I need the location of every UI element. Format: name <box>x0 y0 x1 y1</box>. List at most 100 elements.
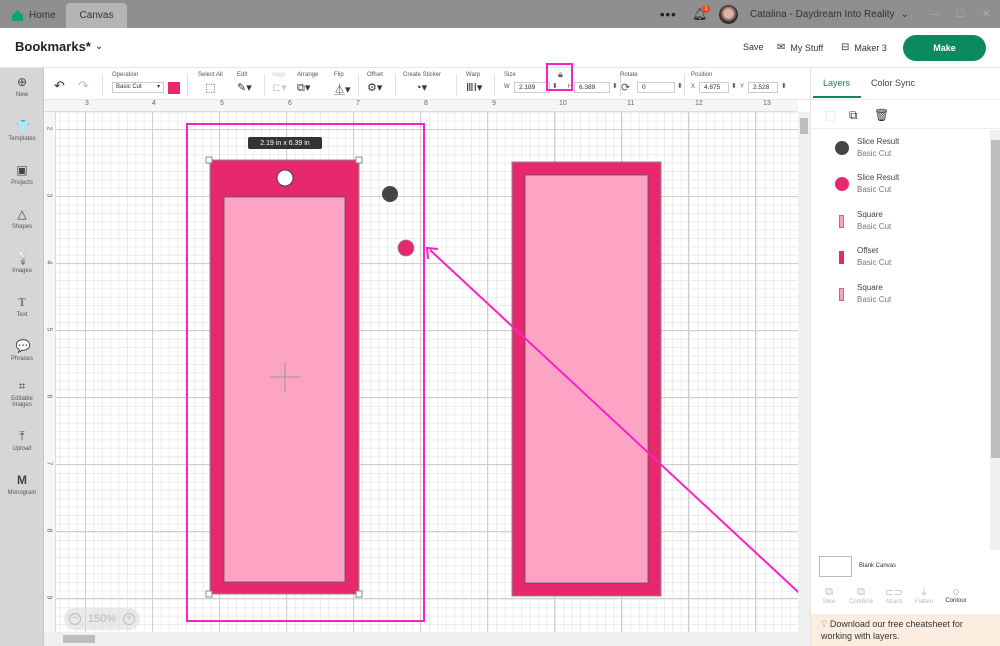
ruler-label: 9 <box>45 595 53 600</box>
layer-item[interactable]: Offset Basic Cut <box>835 245 891 269</box>
slice-label: Slice <box>822 599 836 605</box>
make-button[interactable]: Make <box>903 35 986 61</box>
edit-button[interactable]: Edit ✎▾ <box>237 72 252 94</box>
operation-select[interactable]: Basic Cut ▾ <box>112 82 164 93</box>
avatar[interactable] <box>719 5 738 24</box>
attach-button[interactable]: ⊂⊃ Attach <box>878 586 910 605</box>
tab-home[interactable]: Home <box>8 3 60 28</box>
select-all-button[interactable]: Select All ⬚ <box>198 72 223 94</box>
operation-value: Basic Cut <box>116 84 142 90</box>
divider <box>358 74 359 96</box>
canvas-vertical-scrollbar[interactable] <box>798 112 810 632</box>
notifications-button[interactable]: 🔔︎ 1 <box>692 0 712 28</box>
sidebar-item-editable-images[interactable]: ⌗ Editable Images <box>0 380 44 409</box>
create-sticker-button[interactable]: Create Sticker ◔▾ <box>403 72 441 94</box>
sidebar-item-text[interactable]: T Text <box>0 296 44 319</box>
minimize-button[interactable]: — <box>930 0 940 28</box>
sidebar-item-phrases[interactable]: 💬 Phrases <box>0 339 44 363</box>
create-sticker-label: Create Sticker <box>403 72 442 78</box>
trash-icon[interactable]: 🗑︎ <box>874 108 889 122</box>
tab-home-label: Home <box>29 10 56 21</box>
width-stepper[interactable]: ⬍ <box>552 82 558 90</box>
sidebar-item-projects[interactable]: ▣ Projects <box>0 164 44 187</box>
divider <box>395 74 396 96</box>
user-menu[interactable]: Catalina - Daydream Into Reality ⌄ <box>750 0 909 28</box>
align-button[interactable]: Align ⊏▾ <box>272 72 287 94</box>
rotate-label: Rotate <box>620 72 638 78</box>
cheatsheet-banner[interactable]: 💡︎ Download our free cheatsheet for work… <box>811 614 1000 646</box>
x-stepper[interactable]: ⬍ <box>731 82 737 90</box>
rotate-stepper[interactable]: ⬍ <box>677 82 683 90</box>
flatten-button[interactable]: ⤓ Flatten <box>908 586 940 605</box>
attach-label: Attach <box>885 599 903 605</box>
scroll-thumb[interactable] <box>800 118 808 134</box>
height-input[interactable]: 6.389 <box>574 82 610 93</box>
flip-icon: ⏅▾ <box>334 84 351 96</box>
duplicate-icon[interactable]: ⧉ <box>849 108 858 123</box>
width-input[interactable]: 2.189 <box>514 82 550 93</box>
project-title[interactable]: Bookmarks* ⌄ <box>15 39 103 54</box>
sidebar-item-templates[interactable]: 👕 Templates <box>0 119 44 143</box>
rotate-input[interactable]: 0 <box>637 82 675 93</box>
combine-button[interactable]: ⧉ Combine <box>845 586 877 605</box>
maximize-button[interactable]: ☐ <box>956 0 965 28</box>
layer-item[interactable]: Slice Result Basic Cut <box>835 172 899 196</box>
sidebar-item-monogram[interactable]: M Monogram <box>0 474 44 497</box>
inbox-icon: ✉ <box>777 42 786 53</box>
offset-button[interactable]: Offset ⚙▾ <box>367 72 383 94</box>
arrange-button[interactable]: Arrange ⧉▾ <box>297 72 318 95</box>
combine-icon: ⧉ <box>857 586 865 598</box>
contour-button[interactable]: ◌ Contour <box>940 586 972 604</box>
ruler-label: 8 <box>45 528 53 533</box>
scroll-thumb[interactable] <box>63 635 95 643</box>
sidebar-label: Images <box>12 268 32 274</box>
warp-button[interactable]: Warp ⅢⅠ▾ <box>466 72 482 94</box>
more-menu-button[interactable]: ••• <box>660 0 677 28</box>
flip-button[interactable]: Flip ⏅▾ <box>334 72 351 97</box>
scroll-thumb[interactable] <box>991 140 1000 458</box>
my-stuff-button[interactable]: ✉ My Stuff <box>777 42 823 53</box>
tab-canvas[interactable]: Canvas <box>66 3 127 28</box>
ruler-label: 4 <box>45 260 53 265</box>
operation-color-swatch[interactable] <box>168 82 180 94</box>
sidebar-item-upload[interactable]: ⤒ Upload <box>0 430 44 453</box>
layer-name: Offset <box>857 246 879 255</box>
y-stepper[interactable]: ⬍ <box>781 82 787 90</box>
layer-name: Slice Result <box>857 137 900 146</box>
layers-scrollbar[interactable] <box>990 130 1000 550</box>
x-input[interactable]: 4.875 <box>699 82 729 93</box>
lock-aspect-icon[interactable]: 🔒︎ <box>558 69 563 80</box>
blank-canvas-thumbnail[interactable] <box>819 556 852 577</box>
zoom-in-button[interactable]: + <box>122 613 135 625</box>
machine-icon: ⊟ <box>841 42 850 53</box>
layer-item[interactable]: Slice Result Basic Cut <box>835 136 899 160</box>
rotate-value: 0 <box>642 84 646 91</box>
sidebar-item-shapes[interactable]: △ Shapes <box>0 208 44 231</box>
canvas-horizontal-scrollbar[interactable] <box>44 632 810 646</box>
zoom-out-button[interactable]: − <box>69 613 81 625</box>
save-button[interactable]: Save <box>743 42 764 52</box>
notification-badge: 1 <box>702 5 710 13</box>
layer-item[interactable]: Square Basic Cut <box>835 282 891 306</box>
layer-item[interactable]: Square Basic Cut <box>835 209 891 233</box>
speech-bubble-icon: 💬 <box>15 339 31 353</box>
ruler-label: 7 <box>45 461 53 466</box>
sidebar-item-new[interactable]: ⊕ New <box>0 76 44 99</box>
height-value: 6.389 <box>579 84 596 91</box>
ruler-label: 2 <box>45 126 53 131</box>
ruler-label: 13 <box>763 100 771 107</box>
slice-button[interactable]: ⧉ Slice <box>813 586 845 605</box>
sidebar-label: Text <box>16 312 28 318</box>
redo-button[interactable]: ↷ <box>78 78 89 94</box>
close-button[interactable]: ✕ <box>982 0 990 28</box>
y-input[interactable]: 2.528 <box>748 82 778 93</box>
tab-color-sync[interactable]: Color Sync <box>871 78 915 88</box>
shirt-icon: 👕 <box>15 119 31 133</box>
tab-layers[interactable]: Layers <box>823 78 850 88</box>
width-value: 2.189 <box>519 84 536 91</box>
undo-button[interactable]: ↶ <box>54 78 65 94</box>
height-stepper[interactable]: ⬍ <box>612 82 618 90</box>
group-icon[interactable]: ⬚ <box>825 108 836 122</box>
sidebar-item-images[interactable]: 💡 Images <box>0 252 44 275</box>
machine-button[interactable]: ⊟ Maker 3 <box>841 42 887 53</box>
